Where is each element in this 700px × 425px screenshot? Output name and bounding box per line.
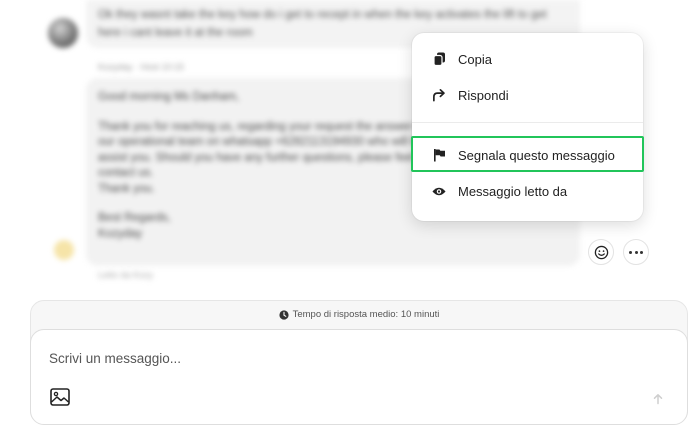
host-message-signoff: Kozyday xyxy=(98,227,143,240)
response-time-text: Tempo di risposta medio: 10 minuti xyxy=(292,309,440,320)
message-context-menu: Copia Rispondi Segnala questo messaggio xyxy=(412,33,643,221)
image-icon xyxy=(50,388,70,406)
response-time-banner: Tempo di risposta medio: 10 minuti xyxy=(31,309,687,320)
message-composer xyxy=(30,329,688,425)
host-message-meta: Kozyday · Host 10:15 xyxy=(98,62,185,72)
clock-icon xyxy=(278,309,289,320)
flag-icon xyxy=(432,148,446,162)
menu-item-reply[interactable]: Rispondi xyxy=(412,77,643,113)
read-receipt-meta: Letto da Kozy xyxy=(98,270,154,280)
menu-item-label: Segnala questo messaggio xyxy=(458,147,615,163)
menu-item-report-message[interactable]: Segnala questo messaggio xyxy=(412,137,643,173)
send-button[interactable] xyxy=(647,388,669,410)
attach-image-button[interactable] xyxy=(49,386,71,408)
host-avatar[interactable] xyxy=(54,240,74,260)
menu-item-label: Messaggio letto da xyxy=(458,183,568,199)
smiley-icon xyxy=(594,245,608,259)
more-options-button[interactable] xyxy=(623,239,649,265)
eye-icon xyxy=(432,184,446,198)
add-reaction-button[interactable] xyxy=(588,239,614,265)
menu-item-label: Copia xyxy=(458,51,492,67)
menu-item-read-by[interactable]: Messaggio letto da xyxy=(412,173,643,209)
menu-divider xyxy=(412,122,643,123)
composer-panel: Tempo di risposta medio: 10 minuti xyxy=(30,300,688,425)
reply-arrow-icon xyxy=(432,88,446,102)
menu-item-copy[interactable]: Copia xyxy=(412,41,643,77)
message-input[interactable] xyxy=(47,346,611,370)
guest-avatar[interactable] xyxy=(48,18,78,48)
arrow-up-icon xyxy=(653,394,663,405)
menu-item-label: Rispondi xyxy=(458,87,509,103)
copy-icon xyxy=(432,52,446,66)
ellipsis-icon xyxy=(628,250,644,254)
